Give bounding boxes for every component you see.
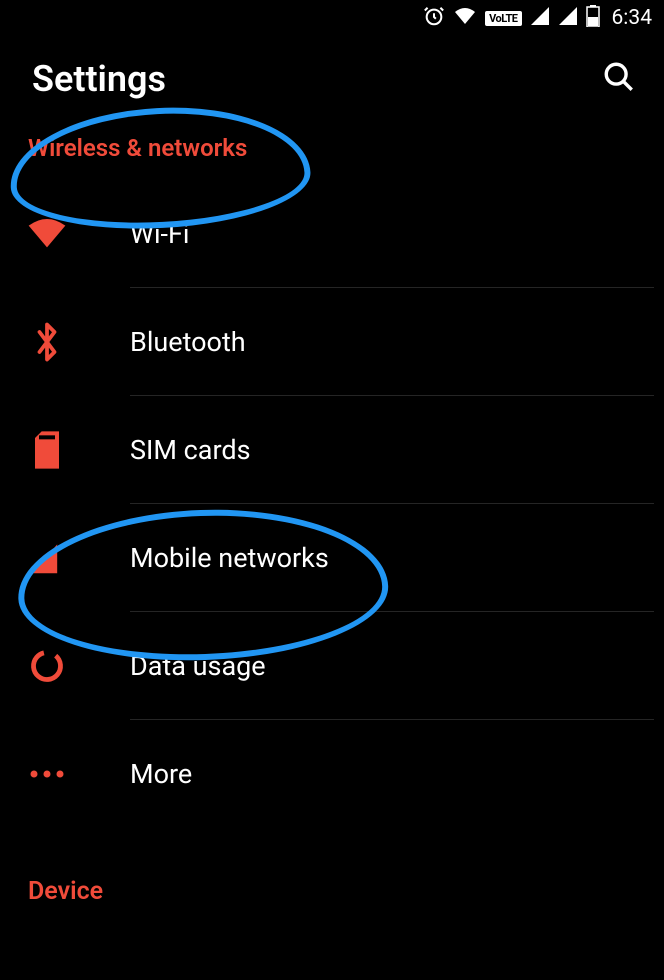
search-button[interactable] [602, 60, 636, 98]
status-time: 6:34 [612, 6, 653, 30]
settings-item-label: Mobile networks [130, 542, 329, 574]
settings-item-mobile-networks[interactable]: Mobile networks [0, 504, 664, 611]
more-icon [24, 751, 70, 797]
settings-item-sim[interactable]: SIM cards [0, 396, 664, 503]
settings-item-label: SIM cards [130, 434, 251, 466]
page-title: Settings [32, 58, 166, 100]
settings-item-wifi[interactable]: Wi-Fi [0, 180, 664, 287]
status-bar: VoLTE 6:34 [0, 0, 664, 36]
section-header-device: Device [0, 827, 664, 924]
battery-icon [586, 5, 600, 31]
alarm-icon [423, 5, 445, 31]
signal-icon-2 [558, 6, 578, 30]
volte-badge: VoLTE [485, 11, 521, 26]
page-header: Settings [0, 36, 664, 122]
settings-list-wireless: Wi-Fi Bluetooth SIM cards Mobile network… [0, 180, 664, 827]
settings-item-bluetooth[interactable]: Bluetooth [0, 288, 664, 395]
settings-item-label: Data usage [130, 650, 266, 682]
wifi-status-icon [453, 6, 477, 30]
section-header-wireless: Wireless & networks [0, 122, 664, 180]
signal-icon-1 [530, 6, 550, 30]
settings-item-data-usage[interactable]: Data usage [0, 612, 664, 719]
settings-item-more[interactable]: More [0, 720, 664, 827]
wifi-icon [24, 211, 70, 257]
settings-item-label: Wi-Fi [130, 218, 189, 250]
data-usage-icon [24, 643, 70, 689]
bluetooth-icon [24, 319, 70, 365]
sim-icon [24, 427, 70, 473]
settings-item-label: More [130, 758, 192, 790]
settings-item-label: Bluetooth [130, 326, 246, 358]
mobile-networks-icon [24, 535, 70, 581]
